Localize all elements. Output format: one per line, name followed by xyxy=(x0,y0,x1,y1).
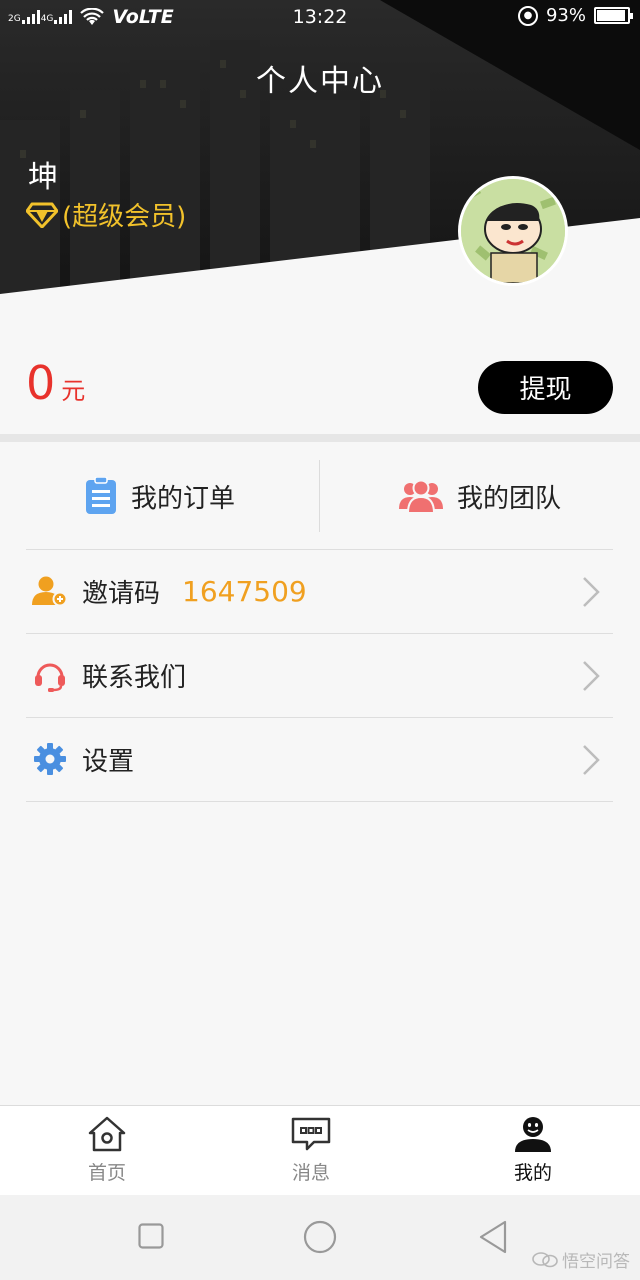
tab-mine-label: 我的 xyxy=(513,1162,552,1184)
chat-bubble-icon xyxy=(532,1251,558,1267)
my-orders-label: 我的订单 xyxy=(130,483,235,514)
clipboard-icon xyxy=(85,477,116,514)
withdraw-button[interactable]: 提现 xyxy=(478,361,613,414)
status-bar: 2G 4G VoLTE 13:22 ● 93% xyxy=(0,0,640,34)
headset-icon xyxy=(32,657,68,693)
chevron-right-icon xyxy=(583,661,600,691)
balance-amount: 0 xyxy=(26,356,56,410)
tab-messages-label: 消息 xyxy=(291,1162,330,1184)
gear-icon xyxy=(32,741,68,777)
battery-level xyxy=(597,10,625,21)
invite-code-label: 邀请码 xyxy=(82,578,161,609)
diamond-icon xyxy=(26,202,58,228)
menu-list: 邀请码 1647509 联系我们 设置 xyxy=(0,549,640,802)
recent-apps-icon[interactable] xyxy=(138,1223,164,1249)
message-icon xyxy=(291,1117,331,1151)
add-user-icon xyxy=(32,573,68,609)
chevron-right-icon xyxy=(583,745,600,775)
membership-label: (超级会员) xyxy=(62,202,187,232)
balance: 0 元 xyxy=(26,356,85,410)
invite-code-value: 1647509 xyxy=(182,574,307,608)
invite-code-row[interactable]: 邀请码 1647509 xyxy=(0,549,640,633)
user-icon xyxy=(515,1117,551,1152)
team-icon xyxy=(398,479,443,513)
settings-label: 设置 xyxy=(82,746,135,777)
my-orders-tile[interactable]: 我的订单 xyxy=(0,442,320,550)
my-team-tile[interactable]: 我的团队 xyxy=(320,442,640,550)
page-title: 个人中心 xyxy=(256,64,384,99)
shortcut-tiles: 我的订单 我的团队 xyxy=(0,442,640,550)
tab-home-label: 首页 xyxy=(87,1162,126,1184)
section-divider xyxy=(0,434,640,442)
contact-us-label: 联系我们 xyxy=(82,662,187,693)
avatar-image xyxy=(461,179,565,283)
bottom-tab-bar: 首页 消息 我的 xyxy=(0,1105,640,1195)
tab-home[interactable]: 首页 xyxy=(47,1106,167,1196)
profile-header: 2G 4G VoLTE 13:22 ● 93% 个人中心 坤 (超级会员) xyxy=(0,0,640,300)
battery-percent: 93% xyxy=(545,5,586,26)
membership-badge: (超级会员) xyxy=(26,196,186,233)
my-team-label: 我的团队 xyxy=(456,483,561,514)
username: 坤 xyxy=(28,160,58,195)
contact-us-row[interactable]: 联系我们 xyxy=(0,633,640,717)
watermark: 悟空问答 xyxy=(532,1247,630,1272)
home-button-icon[interactable] xyxy=(303,1220,337,1254)
home-icon xyxy=(88,1116,126,1152)
tab-mine[interactable]: 我的 xyxy=(473,1106,593,1196)
rotation-lock-icon: ● xyxy=(517,5,538,26)
tab-messages[interactable]: 消息 xyxy=(251,1106,371,1196)
battery-icon xyxy=(594,7,633,24)
system-navigation-bar: 悟空问答 xyxy=(0,1195,640,1280)
avatar[interactable] xyxy=(458,176,568,286)
balance-unit: 元 xyxy=(61,377,86,405)
status-right: ● 93% xyxy=(517,5,633,26)
balance-section: 0 元 提现 xyxy=(0,300,640,434)
settings-row[interactable]: 设置 xyxy=(0,717,640,802)
chevron-right-icon xyxy=(583,577,600,607)
watermark-text: 悟空问答 xyxy=(562,1252,630,1272)
back-icon[interactable] xyxy=(478,1220,508,1254)
